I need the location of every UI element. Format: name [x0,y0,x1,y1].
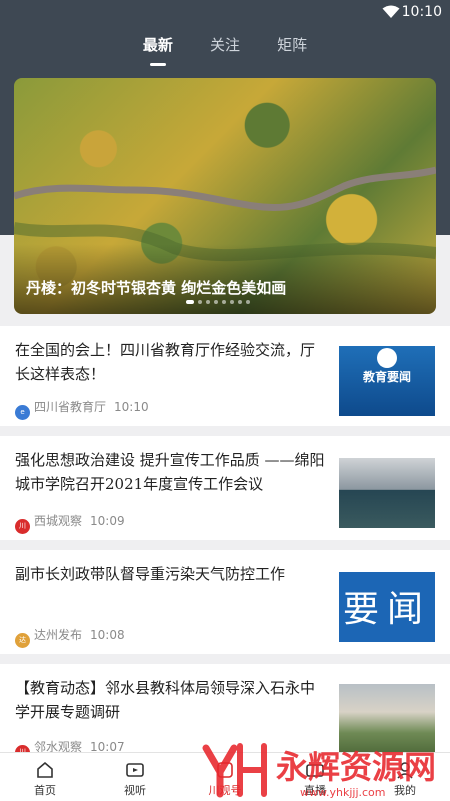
news-source: 四川省教育厅 [34,400,107,414]
pagination-dot [238,300,242,304]
tab-indicator [149,63,166,66]
tab-label: 关注 [209,36,240,54]
pagination-dot [230,300,234,304]
watermark-logo: 永辉资源网 www.yhkjjj.com [202,743,435,799]
source-logo-icon: 川 [15,519,30,534]
pagination-dot [198,300,202,304]
banner-pagination [186,300,254,304]
news-title: 【教育动态】邻水县教科体局领导深入石永中学开展专题调研 [15,679,316,721]
source-logo-icon: 达 [15,633,30,648]
thumbnail-text: 要闻 [342,589,431,630]
video-icon [126,763,144,777]
news-meta: 川西城观察 10:09 [15,512,125,534]
news-thumbnail: 教育要闻 [339,346,435,416]
news-item[interactable]: 强化思想政治建设 提升宣传工作品质 ——绵阳城市学院召开2021年度宣传工作会议… [0,436,450,540]
tab-label: 矩阵 [277,36,308,54]
featured-banner[interactable]: 丹棱：初冬时节银杏黄 绚烂金色美如画 [14,78,436,314]
pagination-dot [222,300,226,304]
news-title: 在全国的会上！四川省教育厅作经验交流，厅长这样表态！ [15,341,316,383]
banner-caption: 丹棱：初冬时节银杏黄 绚烂金色美如画 [26,279,287,297]
pagination-dot [214,300,218,304]
thumbnail-text: 教育要闻 [362,370,411,384]
nav-label: 首页 [34,784,56,797]
news-time: 10:09 [90,514,125,528]
pagination-dot [206,300,210,304]
news-time: 10:08 [90,628,125,642]
top-tabs: 最新 关注 矩阵 [0,30,450,70]
news-meta: 达达州发布 10:08 [15,626,125,648]
status-time: 10:10 [401,4,442,20]
news-source: 西城观察 [34,514,83,528]
news-source: 达州发布 [34,628,83,642]
tab-matrix[interactable]: 矩阵 [277,30,307,60]
pagination-dot [186,300,194,304]
news-thumbnail: 要闻 [339,572,435,642]
source-logo-icon: e [15,405,30,420]
home-icon [37,761,53,778]
pagination-dot [246,300,250,304]
tab-latest[interactable]: 最新 [142,30,173,66]
news-meta: e 四川省教育厅 10:10 [15,398,149,420]
nav-home[interactable]: 首页 [0,753,90,801]
tab-following[interactable]: 关注 [210,30,240,60]
status-bar: 10:10 [0,0,450,26]
wifi-icon [382,5,400,18]
news-thumbnail [339,458,435,528]
news-item[interactable]: 在全国的会上！四川省教育厅作经验交流，厅长这样表态！ e 四川省教育厅 10:10 … [0,326,450,426]
watermark-title: 永辉资源网 [276,748,435,786]
news-time: 10:10 [114,400,149,414]
nav-label: 视听 [124,784,146,797]
tab-label: 最新 [142,36,173,54]
news-title: 强化思想政治建设 提升宣传工作品质 ——绵阳城市学院召开2021年度宣传工作会议 [15,451,325,493]
logo-icon [377,348,397,368]
watermark-url: www.yhkjjj.com [300,786,386,799]
nav-video[interactable]: 视听 [90,753,180,801]
news-item[interactable]: 副市长刘政带队督导重污染天气防控工作 达达州发布 10:08 要闻 [0,550,450,654]
news-title: 副市长刘政带队督导重污染天气防控工作 [15,565,286,583]
